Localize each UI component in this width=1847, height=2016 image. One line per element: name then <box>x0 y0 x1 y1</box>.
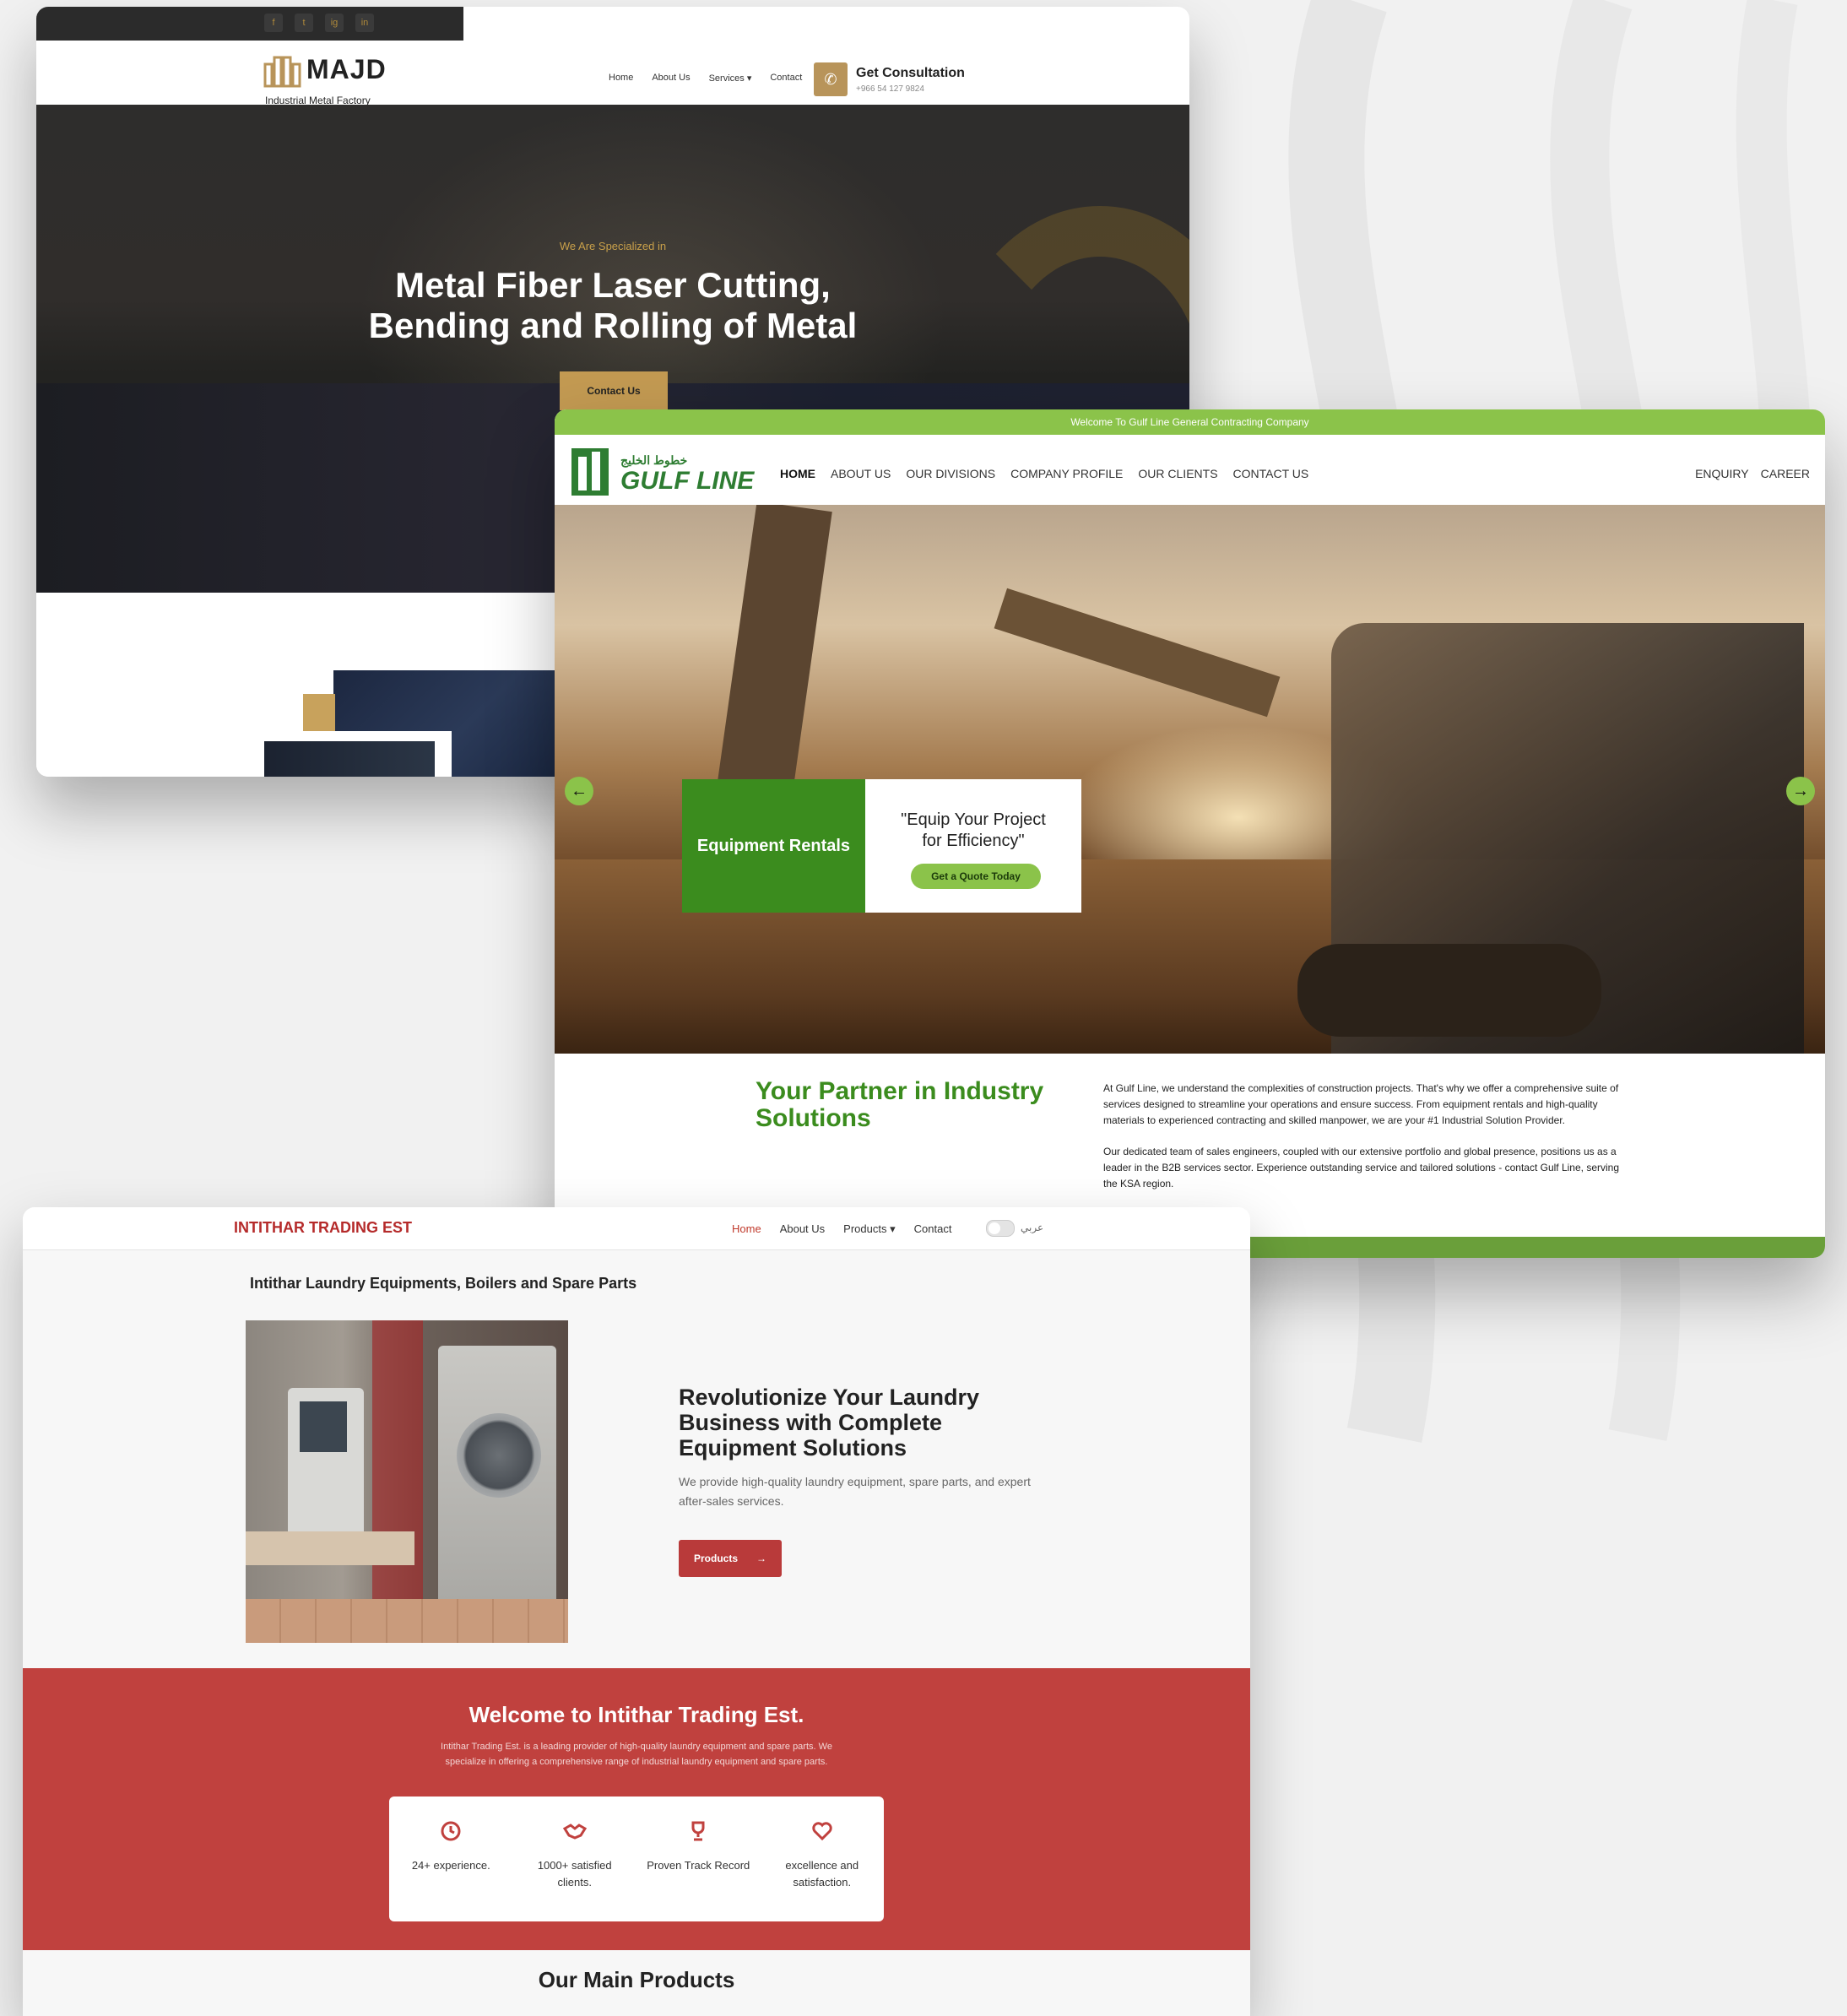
feature-excellence: excellence and satisfaction. <box>767 1820 877 1891</box>
gulf-nav-career[interactable]: CAREER <box>1761 467 1810 480</box>
facebook-icon[interactable]: f <box>264 14 283 32</box>
feature-clients: 1000+ satisfied clients. <box>520 1820 630 1891</box>
phone-icon[interactable]: ✆ <box>814 62 848 96</box>
photo-washer-drum <box>457 1413 541 1498</box>
gulf-about-text: At Gulf Line, we understand the complexi… <box>1103 1081 1622 1207</box>
majd-topbar: f t ig in <box>36 7 463 41</box>
clock-icon <box>441 1821 461 1841</box>
gulf-about-paragraph-2: Our dedicated team of sales engineers, c… <box>1103 1146 1619 1190</box>
intithar-subtitle: Intithar Laundry Equipments, Boilers and… <box>250 1275 637 1292</box>
slide-quote-box: "Equip Your Project for Efficiency" Get … <box>865 779 1081 913</box>
consultation-phone: +966 54 127 9824 <box>856 84 924 94</box>
gulf-logo-icon[interactable] <box>571 448 609 496</box>
instagram-icon[interactable]: ig <box>325 14 344 32</box>
gold-accent-block <box>303 694 335 736</box>
slider-next-arrow-icon[interactable]: → <box>1786 777 1815 805</box>
feature-track-record: Proven Track Record <box>643 1820 753 1874</box>
gulf-right-menu: ENQUIRY CAREER <box>1695 467 1810 480</box>
photo-kiosk-screen <box>300 1401 347 1452</box>
gulf-about-paragraph-1: At Gulf Line, we understand the complexi… <box>1103 1082 1619 1126</box>
slide-label-equipment-rentals: Equipment Rentals <box>682 779 865 913</box>
intithar-welcome-section: Welcome to Intithar Trading Est. Intitha… <box>23 1668 1250 1950</box>
arrow-right-icon: → <box>756 1553 766 1564</box>
hero-title-line-2: Bending and Rolling of Metal <box>368 306 858 345</box>
feature-experience-label: 24+ experience. <box>411 1859 490 1872</box>
intithar-hero-title: Revolutionize Your Laundry Business with… <box>679 1385 980 1461</box>
gulf-menu: HOME ABOUT US OUR DIVISIONS COMPANY PROF… <box>780 467 1308 480</box>
majd-social-links: f t ig in <box>264 14 374 32</box>
main-products-heading: Our Main Products <box>538 1967 735 1992</box>
majd-nav-services[interactable]: Services ▾ <box>709 73 752 84</box>
features-card: 24+ experience. 1000+ satisfied clients.… <box>389 1797 884 1921</box>
gulf-logo-arabic: خطوط الخليج <box>620 453 688 467</box>
intithar-website-card: INTITHAR TRADING EST Home About Us Produ… <box>23 1207 1250 2016</box>
feature-experience: 24+ experience. <box>396 1820 506 1874</box>
gulf-welcome-banner: Welcome To Gulf Line General Contracting… <box>555 409 1825 435</box>
intithar-menu: Home About Us Products ▾ Contact <box>732 1222 951 1236</box>
intithar-nav-contact[interactable]: Contact <box>914 1222 952 1236</box>
gulf-nav-company-profile[interactable]: COMPANY PROFILE <box>1010 467 1123 480</box>
majd-nav-home[interactable]: Home <box>609 73 633 84</box>
majd-logo-text[interactable]: MAJD <box>306 54 387 85</box>
intithar-nav-home[interactable]: Home <box>732 1222 761 1236</box>
majd-menu: Home About Us Services ▾ Contact <box>609 73 802 84</box>
feature-clients-label: 1000+ satisfied clients. <box>537 1859 612 1889</box>
get-consultation-title[interactable]: Get Consultation <box>856 66 965 81</box>
slide-quote: "Equip Your Project for Efficiency" <box>865 810 1081 852</box>
laundry-room-photo <box>246 1320 568 1643</box>
feature-excellence-label: excellence and satisfaction. <box>785 1859 859 1889</box>
heart-icon <box>812 1822 832 1841</box>
gulf-nav-contact[interactable]: CONTACT US <box>1233 467 1309 480</box>
handshake-icon <box>562 1824 587 1840</box>
gulf-hero-slider: ← → Equipment Rentals "Equip Your Projec… <box>555 505 1825 1054</box>
slider-prev-arrow-icon[interactable]: ← <box>565 777 593 805</box>
intithar-nav-about[interactable]: About Us <box>780 1222 825 1236</box>
hero-title-line-1: Metal Fiber Laser Cutting, <box>395 265 831 305</box>
language-toggle[interactable] <box>986 1220 1015 1237</box>
excavator-boom <box>994 588 1281 718</box>
slide-quote-line-2: for Efficiency" <box>922 832 1025 850</box>
hero-title: Metal Fiber Laser Cutting, Bending and R… <box>36 265 1189 346</box>
contact-us-button[interactable]: Contact Us <box>560 371 668 410</box>
gulf-nav-divisions[interactable]: OUR DIVISIONS <box>906 467 995 480</box>
building-icon <box>578 452 600 490</box>
excavator-track <box>1297 944 1601 1037</box>
get-quote-button[interactable]: Get a Quote Today <box>911 864 1041 889</box>
majd-nav-about[interactable]: About Us <box>652 73 690 84</box>
gulf-line-website-card: Welcome To Gulf Line General Contracting… <box>555 409 1825 1258</box>
majd-logo-icon[interactable] <box>263 54 303 88</box>
gulf-logo-text[interactable]: GULF LINE <box>620 467 754 496</box>
gulf-nav-about[interactable]: ABOUT US <box>831 467 891 480</box>
intithar-nav-products[interactable]: Products ▾ <box>843 1222 895 1236</box>
linkedin-icon[interactable]: in <box>355 14 374 32</box>
feature-track-record-label: Proven Track Record <box>647 1859 750 1872</box>
intithar-navbar: INTITHAR TRADING EST Home About Us Produ… <box>23 1207 1250 1250</box>
welcome-title: Welcome to Intithar Trading Est. <box>469 1702 804 1727</box>
twitter-icon[interactable]: t <box>295 14 313 32</box>
majd-nav-contact[interactable]: Contact <box>770 73 802 84</box>
gulf-nav-clients[interactable]: OUR CLIENTS <box>1138 467 1217 480</box>
intithar-hero-text: We provide high-quality laundry equipmen… <box>679 1475 1031 1508</box>
gulf-navbar: خطوط الخليج GULF LINE HOME ABOUT US OUR … <box>555 435 1825 505</box>
products-button-label: Products <box>693 1553 738 1564</box>
gulf-nav-home[interactable]: HOME <box>780 467 815 480</box>
photo-table <box>246 1531 414 1565</box>
language-label[interactable]: عربي <box>1021 1222 1043 1233</box>
gulf-nav-enquiry[interactable]: ENQUIRY <box>1695 467 1749 480</box>
gulf-about-title: Your Partner in Industry Solutions <box>756 1077 1044 1132</box>
intithar-logo[interactable]: INTITHAR TRADING EST <box>234 1219 412 1237</box>
products-button[interactable]: Products → <box>679 1540 782 1577</box>
trophy-icon <box>691 1821 705 1841</box>
majd-navbar: MAJD Industrial Metal Factory Home About… <box>36 41 1189 106</box>
slide-quote-line-1: "Equip Your Project <box>901 810 1046 829</box>
photo-floor <box>246 1599 568 1643</box>
hero-eyebrow: We Are Specialized in <box>559 240 667 252</box>
photo-red-panel <box>372 1320 423 1643</box>
about-image-small <box>264 741 435 777</box>
welcome-text: Intithar Trading Est. is a leading provi… <box>441 1742 832 1767</box>
